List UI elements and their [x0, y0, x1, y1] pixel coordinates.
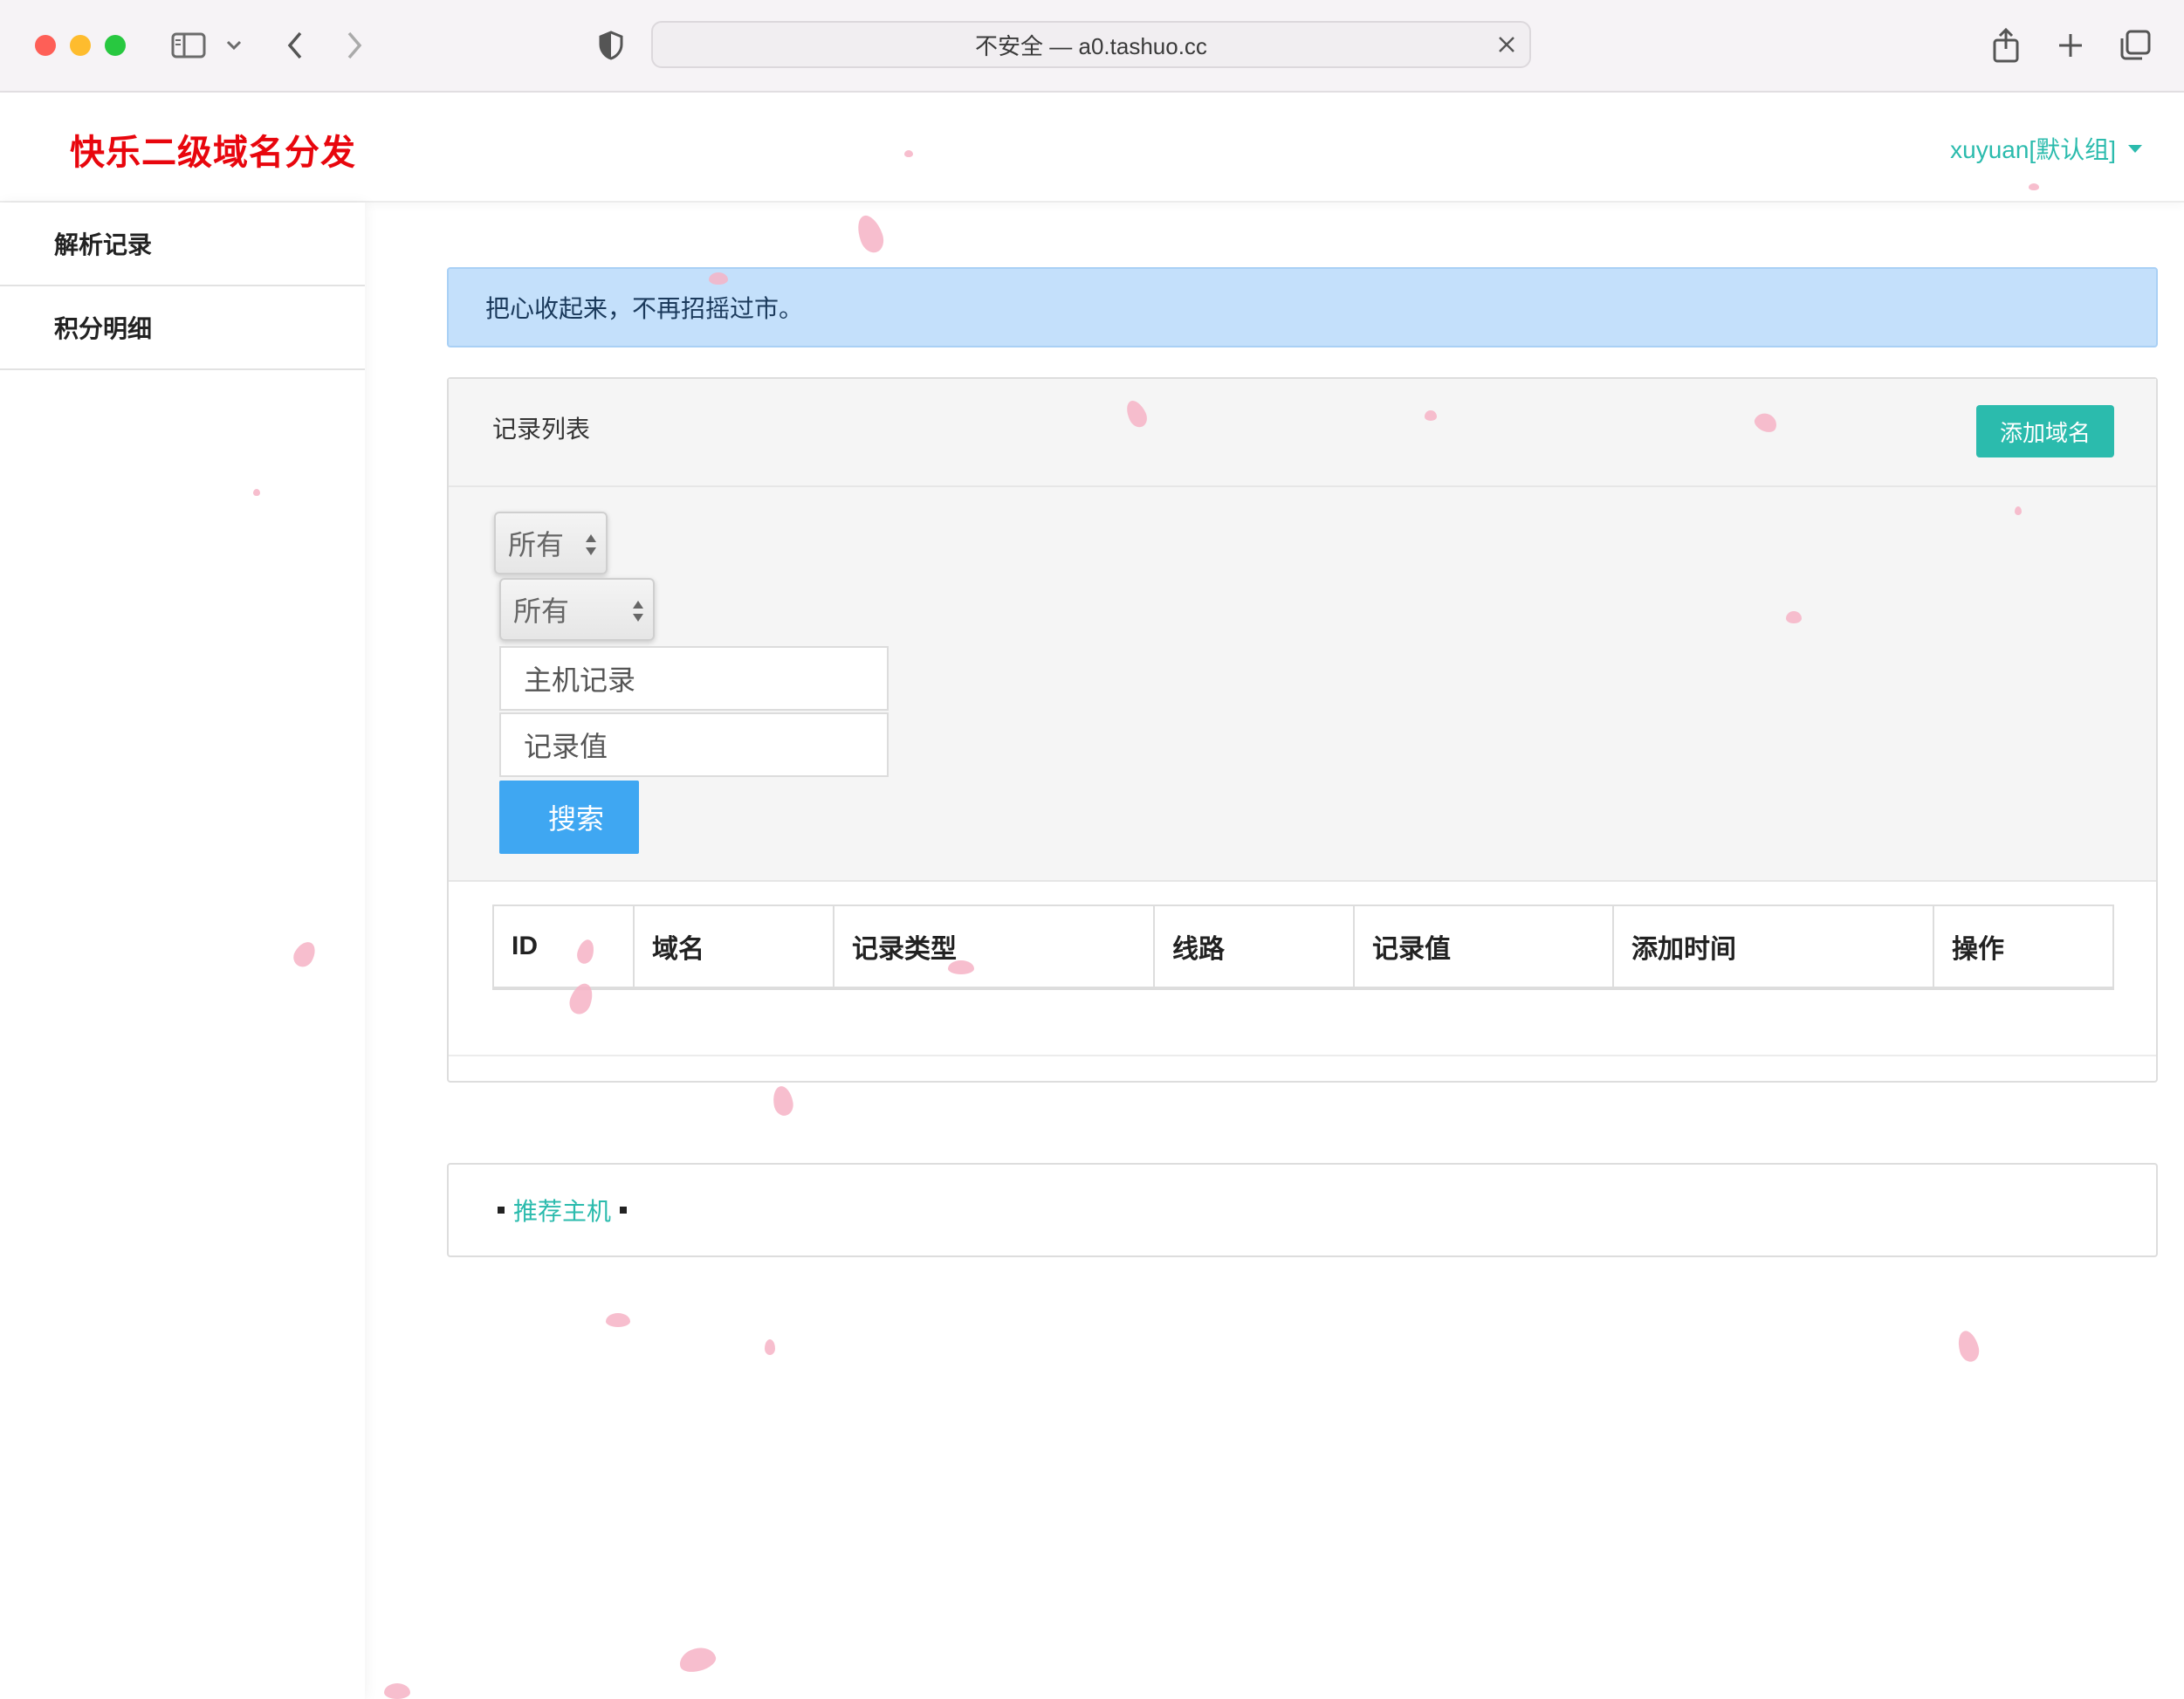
- table-header-row: ID 域名 记录类型 线路 记录值 添加时间 操作: [492, 905, 2114, 990]
- app-header: 快乐二级域名分发 xuyuan[默认组]: [0, 93, 2184, 203]
- share-icon[interactable]: [1988, 24, 2023, 66]
- column-header-line[interactable]: 线路: [1153, 905, 1355, 990]
- petal-decoration: [948, 960, 974, 974]
- petal-decoration: [1954, 1328, 1982, 1365]
- sidebar-item-dns-records[interactable]: 解析记录: [0, 203, 365, 286]
- user-menu[interactable]: xuyuan[默认组]: [1950, 131, 2142, 166]
- address-bar[interactable]: 不安全 — a0.tashuo.cc: [651, 21, 1531, 68]
- line-select[interactable]: 所有: [499, 578, 655, 641]
- privacy-shield-icon[interactable]: [594, 24, 628, 66]
- add-domain-button[interactable]: 添加域名: [1976, 405, 2114, 457]
- column-header-actions[interactable]: 操作: [1933, 905, 2114, 990]
- petal-decoration: [676, 1644, 718, 1675]
- column-header-id[interactable]: ID: [492, 905, 635, 990]
- recommend-box: 推荐主机: [447, 1163, 2158, 1257]
- sidebar-toggle-icon[interactable]: [169, 24, 208, 66]
- petal-decoration: [384, 1683, 410, 1699]
- record-type-select-value: 所有: [508, 529, 565, 561]
- petal-decoration: [853, 211, 888, 257]
- filter-form: 所有 所有 主机记录 记录值 搜索: [449, 487, 2156, 882]
- minimize-window-button[interactable]: [70, 35, 91, 56]
- records-table: ID 域名 记录类型 线路 记录值 添加时间 操作: [492, 905, 2114, 990]
- alert-message: 把心收起来，不再招摇过市。: [485, 295, 804, 322]
- record-value-input[interactable]: 记录值: [499, 712, 889, 777]
- petal-decoration: [771, 1084, 795, 1118]
- address-text: 不安全 — a0.tashuo.cc: [975, 32, 1207, 59]
- petal-decoration: [904, 150, 913, 157]
- records-panel: 记录列表 添加域名 所有 所有 主机记录 记录值 搜索 ID 域名 记录类型 线…: [447, 377, 2158, 1083]
- site-brand[interactable]: 快乐二级域名分发: [70, 124, 356, 175]
- sidebar-item-points-detail[interactable]: 积分明细: [0, 286, 365, 370]
- select-arrows-icon: [632, 595, 644, 627]
- browser-toolbar: 不安全 — a0.tashuo.cc: [0, 0, 2184, 93]
- petal-decoration: [2029, 183, 2039, 190]
- forward-icon[interactable]: [339, 24, 370, 66]
- host-record-placeholder: 主机记录: [524, 664, 636, 696]
- caret-down-icon[interactable]: [2128, 144, 2142, 153]
- petal-decoration: [709, 272, 728, 285]
- sidebar-item-label: 解析记录: [54, 231, 153, 258]
- back-icon[interactable]: [279, 24, 311, 66]
- search-button[interactable]: 搜索: [499, 781, 639, 854]
- select-arrows-icon: [585, 529, 597, 561]
- panel-header: 记录列表 添加域名: [449, 379, 2156, 487]
- column-header-record-value[interactable]: 记录值: [1353, 905, 1614, 990]
- host-record-input[interactable]: 主机记录: [499, 646, 889, 711]
- tab-overview-icon[interactable]: [2116, 24, 2154, 66]
- record-type-select[interactable]: 所有: [494, 512, 608, 574]
- petal-decoration: [2015, 506, 2022, 515]
- chevron-down-icon[interactable]: [223, 24, 244, 66]
- column-header-record-type[interactable]: 记录类型: [833, 905, 1155, 990]
- sidebar-item-label: 积分明细: [54, 315, 153, 342]
- user-label[interactable]: xuyuan[默认组]: [1950, 131, 2116, 166]
- column-header-domain[interactable]: 域名: [633, 905, 834, 990]
- petal-decoration: [1425, 410, 1437, 421]
- close-window-button[interactable]: [35, 35, 56, 56]
- bullet-icon: [498, 1207, 505, 1214]
- new-tab-icon[interactable]: [2053, 24, 2088, 66]
- record-value-placeholder: 记录值: [524, 731, 608, 762]
- petal-decoration: [606, 1313, 630, 1327]
- petal-decoration: [253, 489, 260, 496]
- petal-decoration: [1786, 611, 1802, 623]
- panel-footer-divider: [449, 1055, 2156, 1056]
- recommended-hosting-link[interactable]: 推荐主机: [513, 1193, 611, 1228]
- zoom-window-button[interactable]: [105, 35, 126, 56]
- line-select-value: 所有: [513, 595, 570, 627]
- notice-alert: 把心收起来，不再招摇过市。: [447, 267, 2158, 347]
- petal-decoration: [765, 1339, 775, 1355]
- panel-title: 记录列表: [492, 416, 591, 443]
- clear-address-icon[interactable]: [1493, 31, 1521, 58]
- bullet-icon: [620, 1207, 628, 1214]
- column-header-added-time[interactable]: 添加时间: [1612, 905, 1934, 990]
